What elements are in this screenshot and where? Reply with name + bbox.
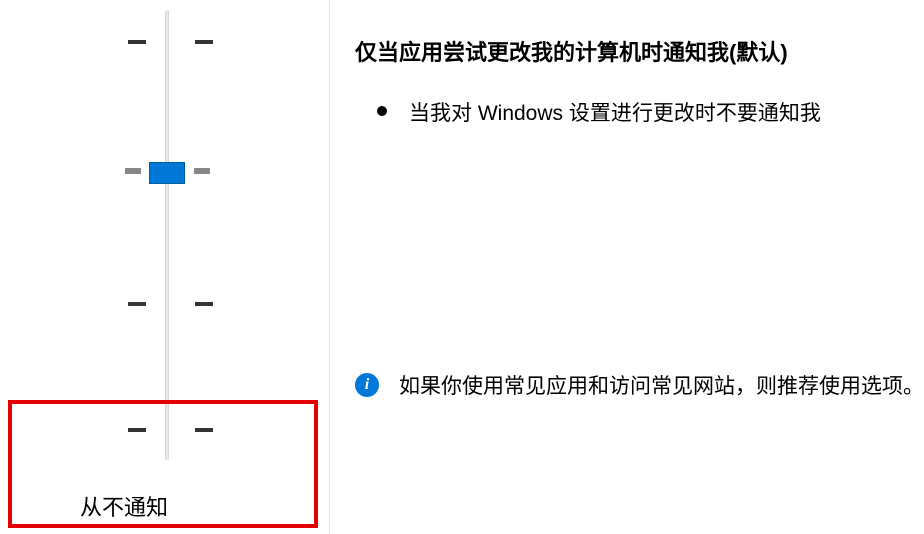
slider-tick xyxy=(128,428,146,432)
slider-tick xyxy=(195,302,213,306)
slider-tick xyxy=(128,302,146,306)
content-panel: 仅当应用尝试更改我的计算机时通知我(默认) 当我对 Windows 设置进行更改… xyxy=(330,0,924,534)
notification-level-heading: 仅当应用尝试更改我的计算机时通知我(默认) xyxy=(355,35,924,67)
slider-tick xyxy=(125,168,141,174)
recommendation-text: 如果你使用常见应用和访问常见网站，则推荐使用选项。 xyxy=(399,370,924,404)
slider-tick xyxy=(195,428,213,432)
recommendation-row: i 如果你使用常见应用和访问常见网站，则推荐使用选项。 xyxy=(355,370,924,404)
slider-tick xyxy=(195,40,213,44)
bullet-text: 当我对 Windows 设置进行更改时不要通知我 xyxy=(409,97,821,127)
slider-tick xyxy=(194,168,210,174)
info-icon: i xyxy=(355,373,379,397)
slider-track[interactable] xyxy=(165,10,169,460)
bullet-dot-icon xyxy=(377,106,387,116)
slider-panel: 从不通知 xyxy=(0,0,330,534)
bullet-item: 当我对 Windows 设置进行更改时不要通知我 xyxy=(377,97,924,127)
slider-bottom-label: 从不通知 xyxy=(80,490,168,522)
slider-tick xyxy=(128,40,146,44)
uac-settings-panel: 从不通知 仅当应用尝试更改我的计算机时通知我(默认) 当我对 Windows 设… xyxy=(0,0,924,534)
slider-thumb[interactable] xyxy=(149,162,185,184)
